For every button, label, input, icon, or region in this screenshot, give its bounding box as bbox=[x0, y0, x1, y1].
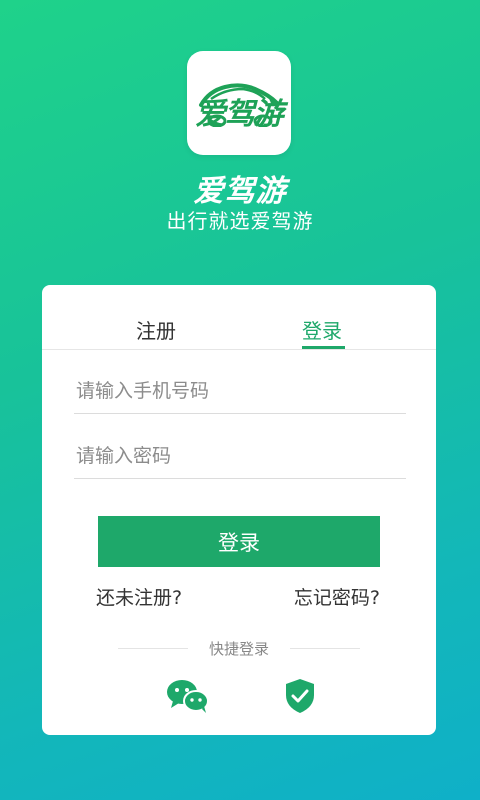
tab-register[interactable]: 注册 bbox=[136, 315, 176, 344]
logo-text: 爱驾游 bbox=[195, 97, 284, 132]
register-link[interactable]: 还未注册? bbox=[96, 583, 182, 610]
tab-bar: 注册 登录 bbox=[42, 285, 436, 350]
tab-login[interactable]: 登录 bbox=[302, 315, 342, 344]
divider-right bbox=[290, 648, 360, 649]
shield-check-icon[interactable] bbox=[284, 678, 316, 718]
login-card: 注册 登录 登录 还未注册? 忘记密码? 快捷登录 bbox=[42, 285, 436, 735]
forgot-password-link[interactable]: 忘记密码? bbox=[294, 583, 380, 610]
login-button[interactable]: 登录 bbox=[98, 516, 380, 567]
quick-login-label: 快捷登录 bbox=[208, 640, 269, 658]
app-slogan: 出行就选爱驾游 bbox=[166, 209, 314, 233]
phone-input[interactable] bbox=[74, 369, 406, 414]
app-logo: 爱驾游 bbox=[187, 51, 291, 155]
active-tab-indicator bbox=[302, 346, 345, 349]
wechat-icon[interactable] bbox=[166, 678, 210, 718]
app-name: 爱驾游 bbox=[193, 174, 287, 209]
password-input[interactable] bbox=[74, 434, 406, 479]
